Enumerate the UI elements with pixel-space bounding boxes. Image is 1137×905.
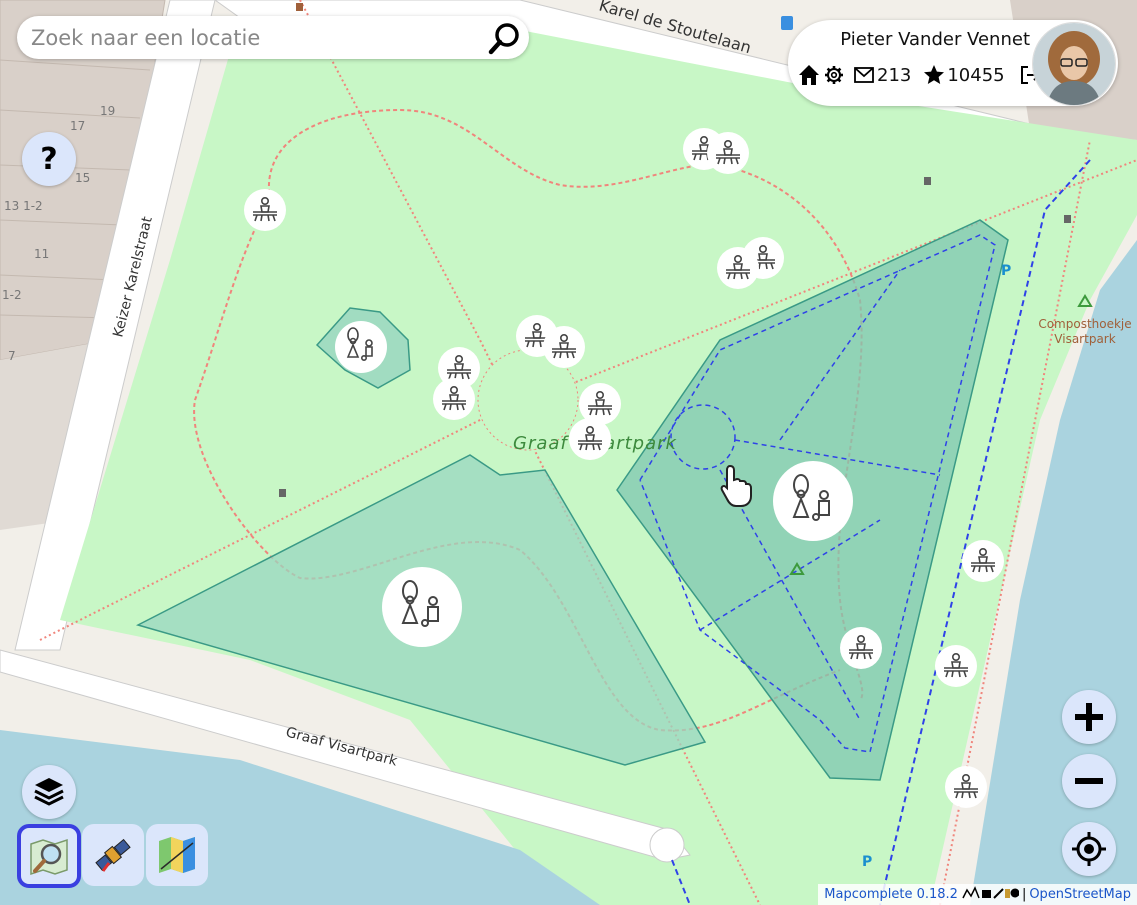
- poi-label-compost-line2: Visartpark: [1054, 332, 1115, 346]
- bicycle-parking-icon: P: [862, 854, 872, 870]
- minus-icon: [1075, 778, 1103, 784]
- star-count: 10455: [947, 64, 1005, 86]
- road-turning-circle: [649, 827, 685, 863]
- house-number: 19: [100, 104, 115, 118]
- map-attribution: Mapcomplete 0.18.2 | OpenStreetMap: [818, 884, 1137, 905]
- search-button[interactable]: [487, 20, 523, 56]
- house-number: 13 1-2: [4, 199, 43, 213]
- map-icon: [159, 837, 195, 873]
- home-icon: [799, 65, 819, 85]
- satellite-icon: [95, 838, 131, 872]
- zoom-in-button[interactable]: [1062, 690, 1116, 744]
- playground-marker[interactable]: [772, 460, 854, 542]
- user-panel: Pieter Vander Vennet 213 10455: [788, 20, 1118, 106]
- map-canvas[interactable]: Karel de Stoutelaan Keizer Karelstraat G…: [0, 0, 1137, 905]
- contributor-icons[interactable]: [961, 885, 1020, 904]
- contributors-icon: [962, 885, 1020, 899]
- playground-marker[interactable]: [334, 320, 388, 374]
- search-input[interactable]: [29, 22, 483, 54]
- settings-button[interactable]: [824, 65, 844, 85]
- picnic-table-marker[interactable]: [243, 188, 287, 232]
- picnic-table-marker[interactable]: [568, 417, 612, 461]
- picnic-table-marker[interactable]: [706, 131, 750, 175]
- help-button[interactable]: ?: [22, 132, 76, 186]
- house-number: 7: [8, 349, 16, 363]
- house-number: 11: [34, 247, 49, 261]
- house-number: 17: [70, 119, 85, 133]
- background-map-button[interactable]: [17, 824, 81, 888]
- waste-basket-icon: [924, 177, 931, 185]
- user-photo-icon: [1033, 23, 1115, 105]
- home-button[interactable]: [798, 64, 820, 86]
- gear-icon: [825, 66, 843, 84]
- search-icon: [488, 23, 519, 55]
- search-bar: [17, 16, 529, 59]
- mapcomplete-version-link[interactable]: Mapcomplete 0.18.2: [824, 887, 958, 902]
- layers-button[interactable]: [22, 765, 76, 819]
- waste-basket-icon: [1064, 215, 1071, 223]
- stars-link[interactable]: 10455: [923, 64, 1005, 86]
- picnic-table-marker[interactable]: [839, 626, 883, 670]
- attribution-separator: |: [1021, 887, 1027, 902]
- plus-icon: [1075, 703, 1103, 731]
- waste-basket-icon: [279, 489, 286, 497]
- picnic-table-marker[interactable]: [961, 539, 1005, 583]
- playground-marker[interactable]: [381, 566, 463, 648]
- geolocate-button[interactable]: [1062, 822, 1116, 876]
- waste-basket-icon: [296, 3, 303, 11]
- openstreetmap-link[interactable]: OpenStreetMap: [1029, 887, 1131, 902]
- picnic-table-marker[interactable]: [944, 765, 988, 809]
- layers-icon: [34, 778, 64, 806]
- house-number: 1-2: [2, 288, 22, 302]
- background-osm-button[interactable]: [146, 824, 208, 886]
- user-stats: 213 10455: [798, 62, 1041, 88]
- map-search-icon: [30, 838, 68, 876]
- envelope-icon: [854, 67, 874, 83]
- house-number: 15: [75, 171, 90, 185]
- bus-stop-icon: [781, 16, 793, 30]
- avatar[interactable]: [1032, 22, 1116, 106]
- bicycle-parking-icon: P: [1001, 263, 1011, 279]
- user-name: Pieter Vander Vennet: [840, 29, 1030, 50]
- zoom-out-button[interactable]: [1062, 754, 1116, 808]
- star-icon: [924, 65, 945, 84]
- background-satellite-button[interactable]: [82, 824, 144, 886]
- messages-button[interactable]: 213: [854, 65, 911, 86]
- message-count: 213: [877, 64, 912, 86]
- picnic-table-marker[interactable]: [934, 644, 978, 688]
- picnic-table-marker[interactable]: [542, 325, 586, 369]
- crosshair-icon: [1072, 832, 1106, 866]
- picnic-table-marker[interactable]: [716, 246, 760, 290]
- question-icon: ?: [40, 141, 58, 177]
- poi-label-compost-line1: Composthoekje: [1038, 317, 1131, 331]
- picnic-table-marker[interactable]: [432, 377, 476, 421]
